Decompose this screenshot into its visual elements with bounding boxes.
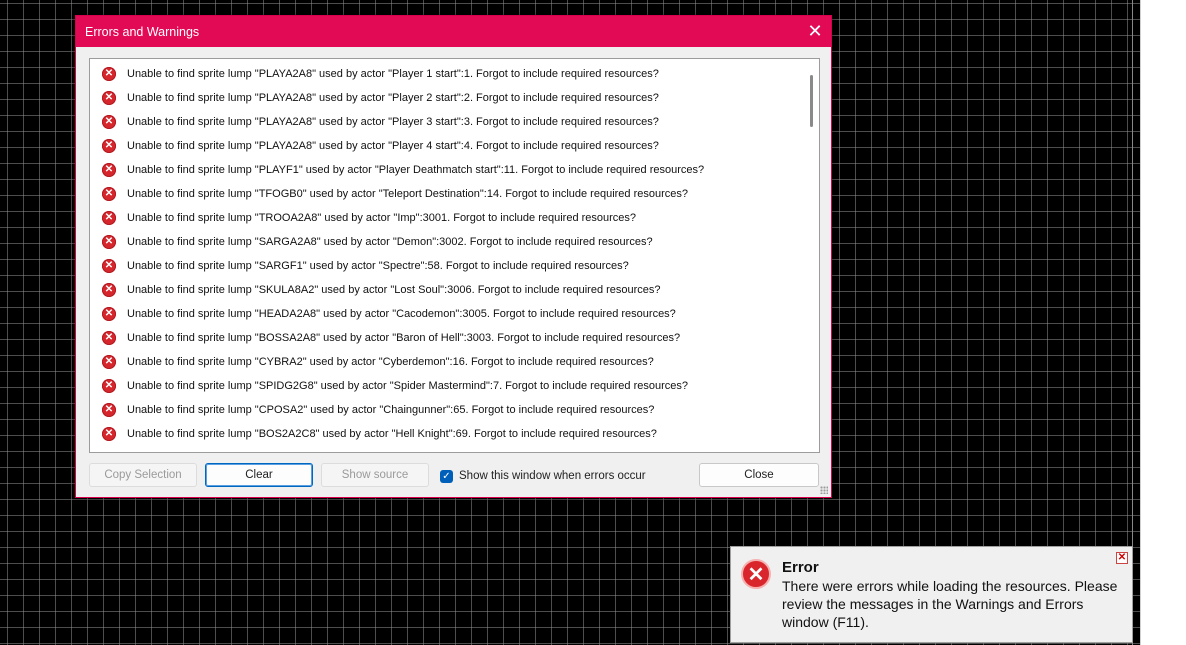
show-window-checkbox-label: Show this window when errors occur xyxy=(459,470,646,482)
notification-message: There were errors while loading the reso… xyxy=(782,578,1118,630)
message-text: Unable to find sprite lump "TFOGB0" used… xyxy=(127,188,689,200)
error-icon: ✕ xyxy=(102,379,116,393)
message-row[interactable]: ✕ Unable to find sprite lump "HEADA2A8" u… xyxy=(90,302,803,326)
message-text: Unable to find sprite lump "PLAYA2A8" us… xyxy=(127,92,659,104)
error-notification: ✕ Error There were errors while loading … xyxy=(730,546,1133,643)
error-icon: ✕ xyxy=(102,163,116,177)
message-row[interactable]: ✕ Unable to find sprite lump "TFOGB0" use… xyxy=(90,182,803,206)
error-icon: ✕ xyxy=(102,211,116,225)
message-row[interactable]: ✕ Unable to find sprite lump "SKULA8A2" u… xyxy=(90,278,803,302)
message-row[interactable]: ✕ Unable to find sprite lump "BOS2A2C8" u… xyxy=(90,422,803,446)
message-text: Unable to find sprite lump "TROOA2A8" us… xyxy=(127,212,637,224)
show-window-checkbox[interactable]: ✓ xyxy=(440,469,453,483)
message-text: Unable to find sprite lump "SARGA2A8" us… xyxy=(127,236,653,248)
message-text: Unable to find sprite lump "CYBRA2" used… xyxy=(127,356,654,368)
dialog-title: Errors and Warnings xyxy=(85,24,200,39)
message-row[interactable]: ✕ Unable to find sprite lump "PLAYA2A8" u… xyxy=(90,134,803,158)
error-icon: ✕ xyxy=(102,307,116,321)
error-icon: ✕ xyxy=(741,559,771,589)
message-row[interactable]: ✕ Unable to find sprite lump "PLAYF1" use… xyxy=(90,158,803,182)
error-icon: ✕ xyxy=(102,115,116,129)
error-icon: ✕ xyxy=(102,259,116,273)
message-text: Unable to find sprite lump "BOSSA2A8" us… xyxy=(127,332,681,344)
error-icon: ✕ xyxy=(102,331,116,345)
resize-grip-icon[interactable] xyxy=(820,486,828,494)
message-text: Unable to find sprite lump "HEADA2A8" us… xyxy=(127,308,676,320)
messages-list[interactable]: ✕ Unable to find sprite lump "PLAYA2A8" u… xyxy=(89,58,820,453)
message-row[interactable]: ✕ Unable to find sprite lump "SARGF1" use… xyxy=(90,254,803,278)
message-row[interactable]: ✕ Unable to find sprite lump "BOSSA2A8" u… xyxy=(90,326,803,350)
message-row[interactable]: ✕ Unable to find sprite lump "CPOSA2" use… xyxy=(90,398,803,422)
errors-warnings-dialog: Errors and Warnings ✕ ✕ Unable to find sp… xyxy=(75,15,832,498)
message-text: Unable to find sprite lump "SKULA8A2" us… xyxy=(127,284,661,296)
close-button[interactable]: Close xyxy=(699,463,819,487)
notification-title: Error xyxy=(782,559,819,576)
notification-close-icon[interactable]: ✕ xyxy=(1116,552,1128,564)
error-icon: ✕ xyxy=(102,67,116,81)
message-row[interactable]: ✕ Unable to find sprite lump "SPIDG2G8" u… xyxy=(90,374,803,398)
error-icon: ✕ xyxy=(102,403,116,417)
error-icon: ✕ xyxy=(102,355,116,369)
message-row[interactable]: ✕ Unable to find sprite lump "SARGA2A8" u… xyxy=(90,230,803,254)
error-icon: ✕ xyxy=(102,283,116,297)
messages-list-body: ✕ Unable to find sprite lump "PLAYA2A8" u… xyxy=(90,62,803,446)
show-source-button[interactable]: Show source xyxy=(321,463,429,487)
right-side-panel xyxy=(1140,0,1186,645)
message-row[interactable]: ✕ Unable to find sprite lump "TROOA2A8" u… xyxy=(90,206,803,230)
message-row[interactable]: ✕ Unable to find sprite lump "PLAYA2A8" u… xyxy=(90,110,803,134)
error-icon: ✕ xyxy=(102,235,116,249)
error-icon: ✕ xyxy=(102,187,116,201)
clear-button[interactable]: Clear xyxy=(205,463,313,487)
message-text: Unable to find sprite lump "SPIDG2G8" us… xyxy=(127,380,688,392)
message-row[interactable]: ✕ Unable to find sprite lump "PLAYA2A8" u… xyxy=(90,86,803,110)
message-text: Unable to find sprite lump "PLAYA2A8" us… xyxy=(127,68,659,80)
message-row[interactable]: ✕ Unable to find sprite lump "CYBRA2" use… xyxy=(90,350,803,374)
message-row[interactable]: ✕ Unable to find sprite lump "PLAYA2A8" u… xyxy=(90,62,803,86)
scrollbar-thumb[interactable] xyxy=(810,75,813,127)
error-icon: ✕ xyxy=(102,139,116,153)
dialog-close-icon[interactable]: ✕ xyxy=(799,16,831,47)
message-text: Unable to find sprite lump "PLAYF1" used… xyxy=(127,164,705,176)
show-window-checkbox-row[interactable]: ✓ Show this window when errors occur xyxy=(440,468,646,484)
message-text: Unable to find sprite lump "SARGF1" used… xyxy=(127,260,629,272)
dialog-titlebar: Errors and Warnings ✕ xyxy=(76,16,831,47)
message-text: Unable to find sprite lump "PLAYA2A8" us… xyxy=(127,140,659,152)
error-icon: ✕ xyxy=(102,91,116,105)
message-text: Unable to find sprite lump "BOS2A2C8" us… xyxy=(127,428,657,440)
message-text: Unable to find sprite lump "PLAYA2A8" us… xyxy=(127,116,659,128)
error-icon: ✕ xyxy=(102,427,116,441)
copy-selection-button[interactable]: Copy Selection xyxy=(89,463,197,487)
messages-scrollbar[interactable] xyxy=(803,59,819,452)
message-text: Unable to find sprite lump "CPOSA2" used… xyxy=(127,404,655,416)
